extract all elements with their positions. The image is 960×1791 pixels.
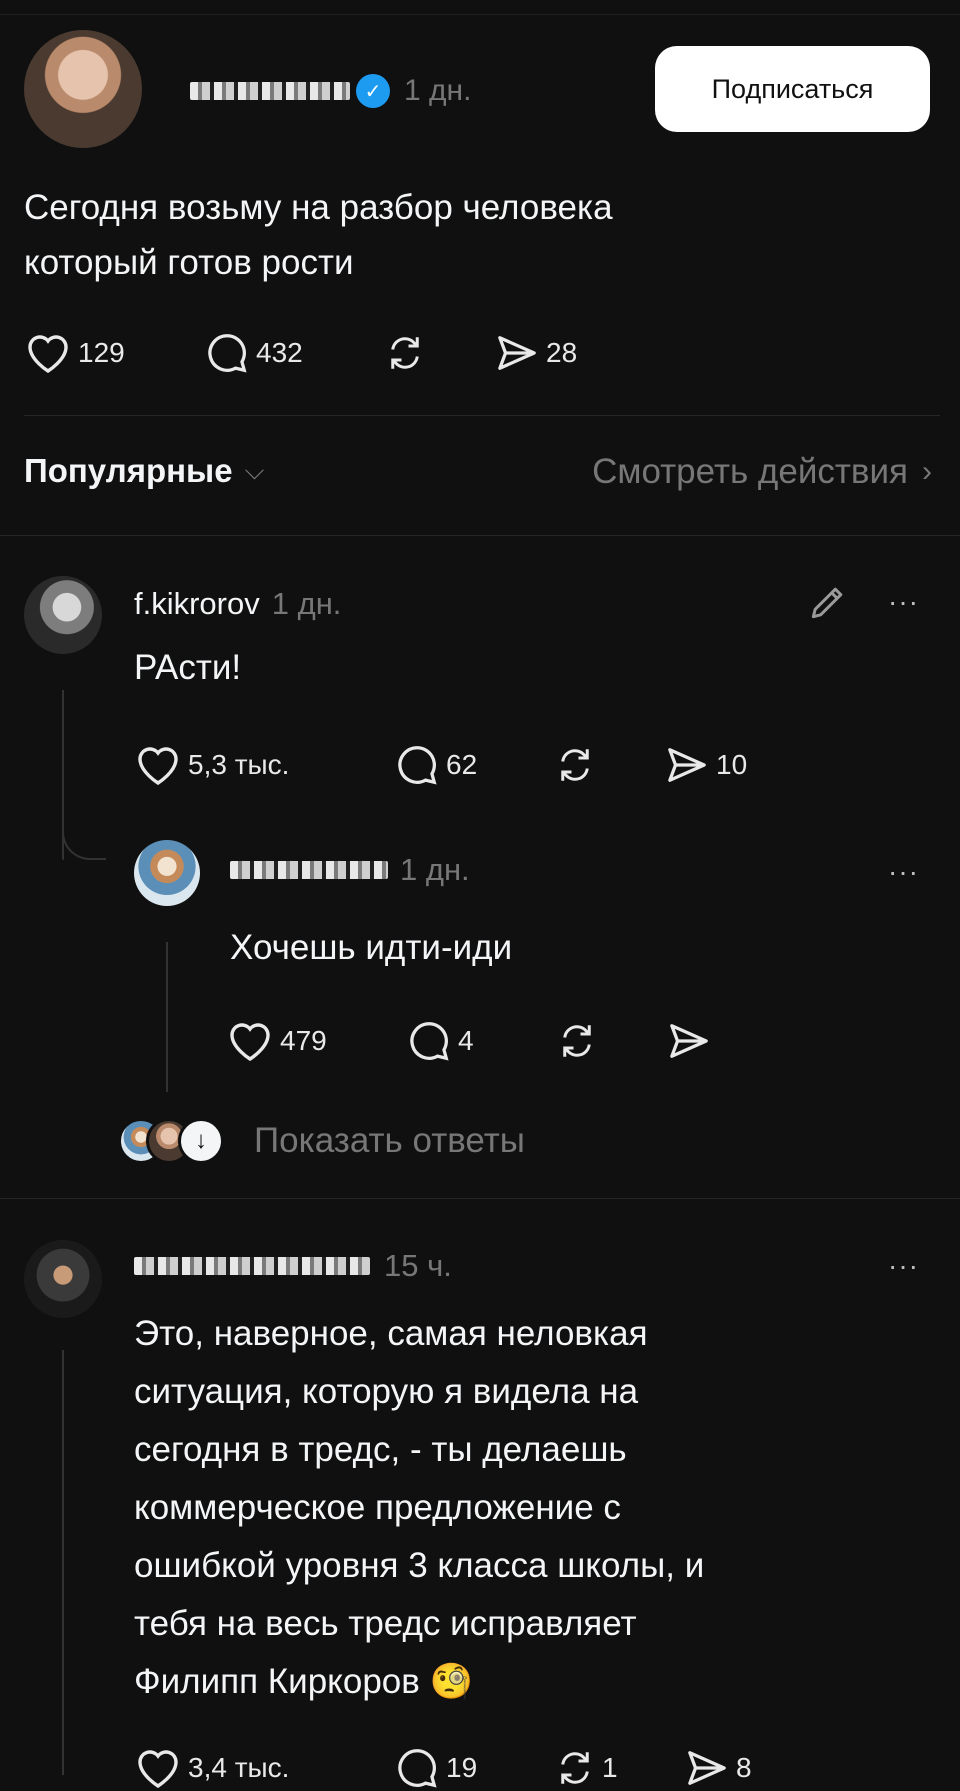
chevron-right-icon: › <box>922 455 932 488</box>
comment-time: 1 дн. <box>271 586 342 621</box>
comment-icon <box>208 334 247 373</box>
reply-time: 1 дн. <box>400 852 470 887</box>
post-text-line: Сегодня возьму на разбор человека <box>24 188 613 227</box>
verified-icon: ✓ <box>356 74 390 108</box>
show-replies-label: Показать ответы <box>254 1121 525 1160</box>
comment-username[interactable]: f.kikrorov <box>134 586 260 622</box>
reply-count: 4 <box>458 1025 474 1056</box>
thread-line <box>166 942 168 1092</box>
comment-divider <box>0 1198 960 1199</box>
post-author-row: ✓ 1 дн. <box>190 66 471 116</box>
heart-icon <box>28 335 68 374</box>
post-divider <box>24 415 940 416</box>
reply-actions: 479 4 <box>226 1018 746 1064</box>
repost-icon <box>391 337 419 369</box>
like-button[interactable]: 129 <box>24 330 204 376</box>
repost-icon <box>561 1752 589 1784</box>
like-button[interactable]: 3,4 тыс. <box>134 1745 394 1791</box>
reply-count: 19 <box>446 1752 478 1783</box>
like-count: 3,4 тыс. <box>188 1752 290 1783</box>
repost-icon <box>563 1025 591 1057</box>
share-count: 28 <box>546 337 578 368</box>
comment-text-line: Это, наверное, самая неловкая <box>134 1314 648 1353</box>
username-blurred[interactable] <box>190 82 350 100</box>
comment-avatar[interactable] <box>24 1240 102 1318</box>
repost-button[interactable] <box>384 330 494 376</box>
reply-header: 1 дн. <box>230 852 470 888</box>
like-button[interactable]: 479 <box>226 1018 406 1064</box>
like-count: 129 <box>78 337 125 368</box>
post-actions: 129 432 28 <box>24 330 644 376</box>
sort-dropdown[interactable]: Популярные ⌵ <box>24 452 264 490</box>
comment-time: 15 ч. <box>384 1248 452 1283</box>
share-button[interactable]: 28 <box>494 330 644 376</box>
reply-avatar[interactable] <box>134 840 200 906</box>
heart-icon <box>230 1023 270 1062</box>
comment-text-line: тебя на весь тредс исправляет <box>134 1604 637 1643</box>
comment-text-line: ошибкой уровня 3 класса школы, и <box>134 1546 705 1585</box>
repost-count: 1 <box>602 1752 618 1783</box>
view-activity-label: Смотреть действия <box>592 452 908 491</box>
comment-header: f.kikrorov 1 дн. <box>134 586 341 622</box>
post-author-avatar[interactable] <box>24 30 142 148</box>
share-button[interactable]: 8 <box>684 1745 784 1791</box>
like-count: 5,3 тыс. <box>188 749 290 780</box>
repost-button[interactable] <box>556 1018 666 1064</box>
like-button[interactable]: 5,3 тыс. <box>134 742 394 788</box>
reply-text: Хочешь идти-иди <box>230 928 513 967</box>
heart-icon <box>138 1750 178 1789</box>
send-icon <box>670 1024 708 1058</box>
comment-icon <box>398 1749 437 1788</box>
view-activity-link[interactable]: Смотреть действия › <box>592 452 932 492</box>
pencil-icon[interactable] <box>806 580 850 629</box>
reply-button[interactable]: 432 <box>204 330 384 376</box>
more-icon[interactable]: ··· <box>888 856 919 888</box>
repost-button[interactable]: 1 <box>554 1745 684 1791</box>
comment-text-line: коммерческое предложение с <box>134 1488 621 1527</box>
reply-button[interactable]: 4 <box>406 1018 556 1064</box>
like-count: 479 <box>280 1025 327 1056</box>
reply-button[interactable]: 62 <box>394 742 554 788</box>
share-count: 8 <box>736 1752 752 1783</box>
comment-avatar[interactable] <box>24 576 102 654</box>
share-button[interactable]: 10 <box>664 742 784 788</box>
reply-button[interactable]: 19 <box>394 1745 554 1791</box>
comment-actions: 5,3 тыс. 62 10 <box>134 742 784 788</box>
top-divider <box>0 14 960 15</box>
follow-button[interactable]: Подписаться <box>655 46 930 132</box>
send-icon <box>498 336 536 370</box>
comment-text-line: Филипп Киркоров 🧐 <box>134 1662 474 1701</box>
username-blurred[interactable] <box>230 861 388 879</box>
comment-text: Это, наверное, самая неловкая ситуация, … <box>134 1305 704 1711</box>
reply-count: 62 <box>446 749 478 780</box>
comment-header: 15 ч. <box>134 1248 452 1284</box>
reply-count: 432 <box>256 337 303 368</box>
heart-icon <box>138 747 178 786</box>
share-count: 10 <box>716 749 748 780</box>
sort-label: Популярные <box>24 452 233 489</box>
sort-divider <box>0 535 960 536</box>
post-text: Сегодня возьму на разбор человека которы… <box>24 180 613 290</box>
post-time: 1 дн. <box>404 74 472 107</box>
share-button[interactable] <box>666 1018 746 1064</box>
comment-actions: 3,4 тыс. 19 1 8 <box>134 1745 784 1791</box>
send-icon <box>668 748 706 782</box>
more-icon[interactable]: ··· <box>888 586 919 618</box>
repost-icon <box>561 749 589 781</box>
send-icon <box>688 1751 726 1785</box>
arrow-down-icon: ↓ <box>178 1118 224 1164</box>
thread-line <box>62 1350 64 1775</box>
username-blurred[interactable] <box>134 1257 370 1275</box>
comment-text-line: ситуация, которую я видела на <box>134 1372 639 1411</box>
show-replies-row[interactable]: ↓ Показать ответы <box>118 1118 525 1164</box>
chevron-down-icon: ⌵ <box>244 455 265 485</box>
post-text-line: который готов рости <box>24 243 354 282</box>
comment-text: РАсти! <box>134 648 242 687</box>
thread-curve <box>62 820 106 860</box>
comment-icon <box>410 1022 449 1061</box>
repost-button[interactable] <box>554 742 664 788</box>
more-icon[interactable]: ··· <box>888 1250 919 1282</box>
comment-text-line: сегодня в тредс, - ты делаешь <box>134 1430 627 1469</box>
comment-icon <box>398 746 437 785</box>
